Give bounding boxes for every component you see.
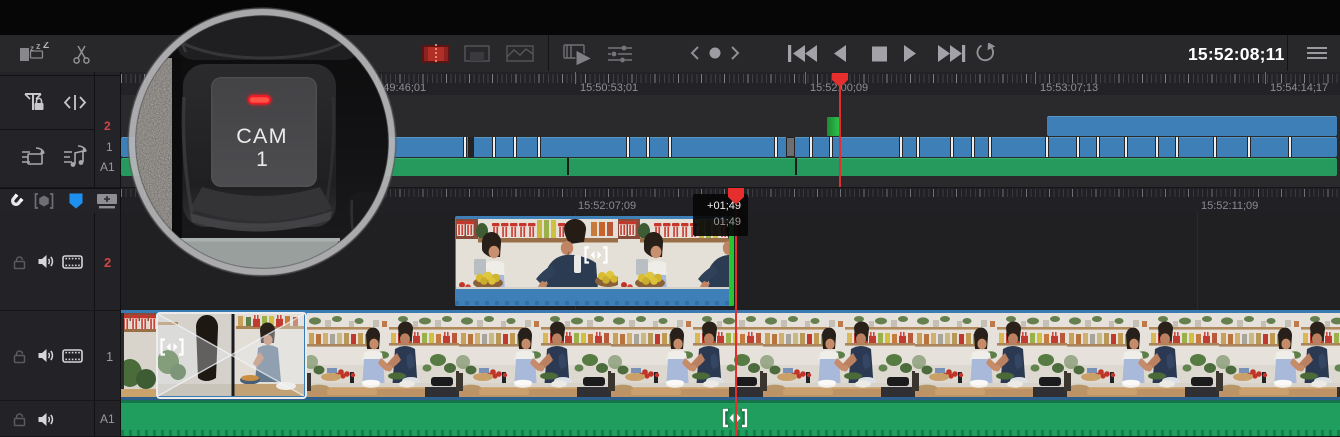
svg-text:Z: Z bbox=[43, 42, 49, 51]
svg-text:z: z bbox=[36, 42, 41, 51]
svg-text:1: 1 bbox=[256, 148, 268, 171]
svg-text:CAM: CAM bbox=[236, 124, 287, 148]
svg-text:z: z bbox=[30, 44, 34, 53]
